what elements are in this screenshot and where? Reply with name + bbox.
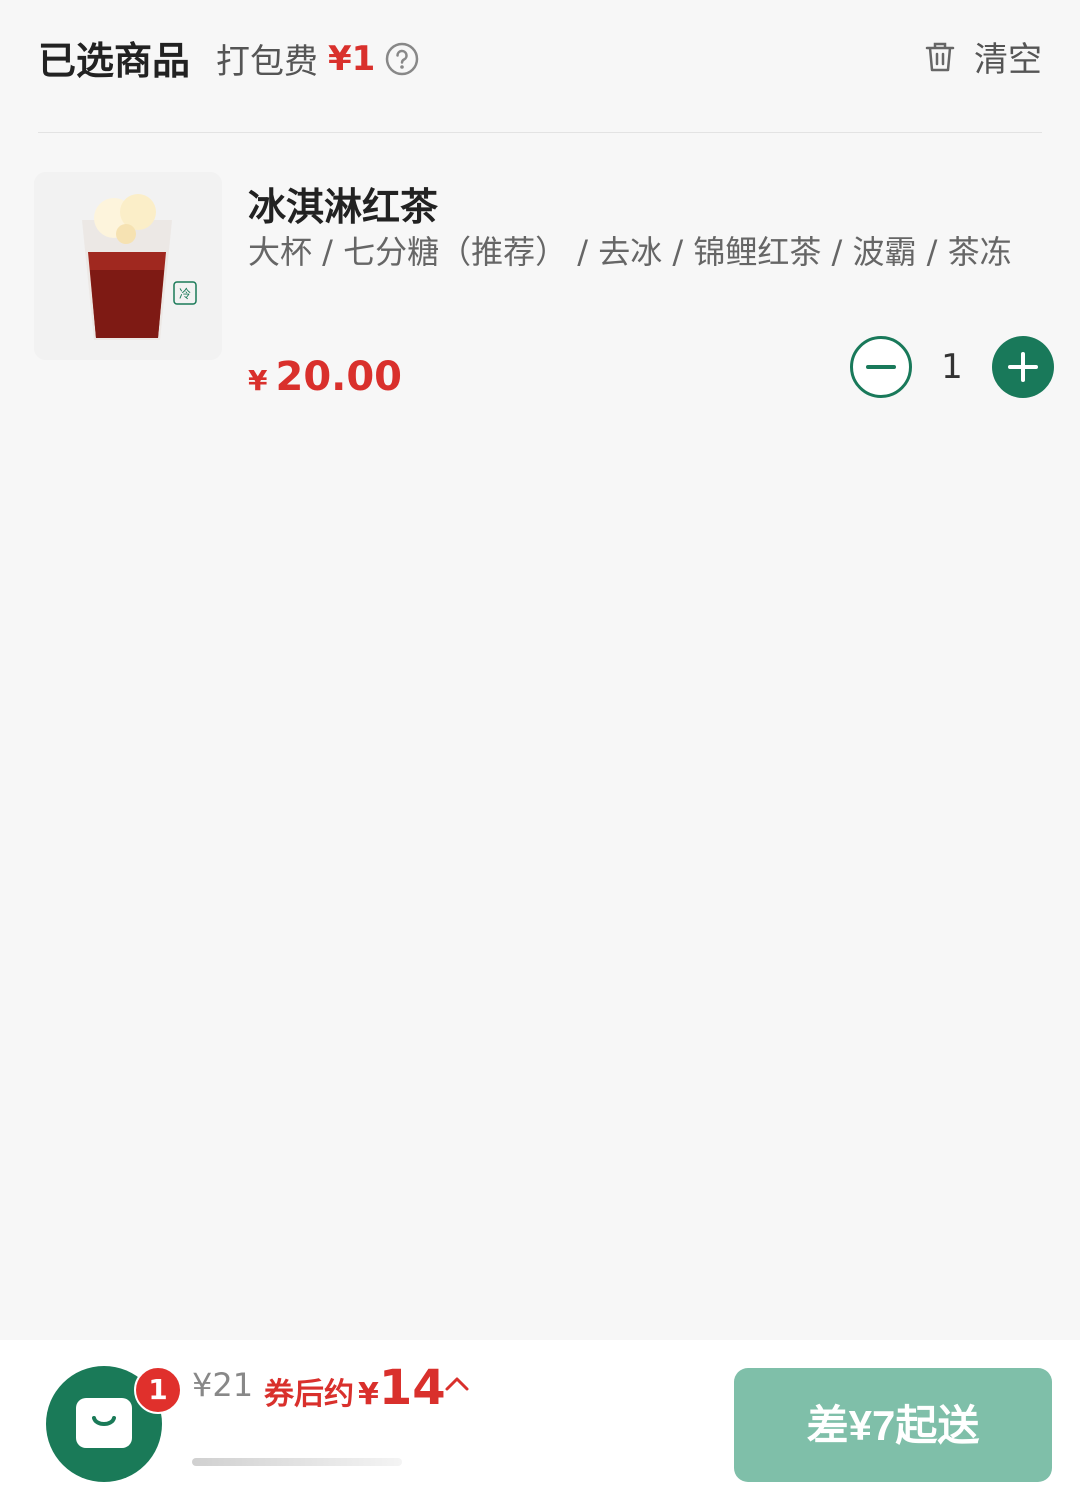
thumb-tag-text: 冷 [179, 287, 191, 301]
shopping-bag-icon [76, 1398, 132, 1448]
price-value: 20.00 [275, 354, 403, 400]
progress-bar [192, 1458, 402, 1466]
chevron-up-icon[interactable] [444, 1374, 470, 1392]
increase-quantity-button[interactable] [992, 336, 1054, 398]
product-name: 冰淇淋红茶 [248, 185, 439, 229]
price-currency: ¥ [248, 364, 268, 397]
decrease-quantity-button[interactable] [850, 336, 912, 398]
after-coupon-value: 14 [378, 1360, 446, 1416]
cart-header: 已选商品 打包费 ¥1 清空 [38, 0, 1042, 133]
minus-icon [866, 365, 896, 369]
after-coupon-total[interactable]: 券后约 ¥ 14 [264, 1360, 446, 1416]
quantity-stepper: 1 [850, 336, 1054, 398]
packaging-fee: 打包费 ¥1 [216, 34, 419, 83]
bottom-bar: 1 ¥21 券后约 ¥ 14 差¥7起送 [0, 1340, 1080, 1506]
checkout-button[interactable]: 差¥7起送 [734, 1368, 1052, 1482]
original-total: ¥21 [192, 1366, 254, 1404]
after-coupon-currency: ¥ [358, 1377, 379, 1412]
plus-icon [1008, 352, 1038, 382]
help-icon[interactable] [385, 42, 419, 76]
product-price: ¥20.00 [248, 354, 402, 400]
after-coupon-label: 券后约 [264, 1377, 354, 1412]
page-title: 已选商品 [38, 39, 191, 83]
product-image: 冷 [34, 172, 222, 360]
product-spec: 大杯 / 七分糖（推荐） / 去冰 / 锦鲤红茶 / 波霸 / 茶冻 [248, 233, 1012, 271]
quantity-value: 1 [941, 347, 963, 387]
cart-item: 冷 冰淇淋红茶 大杯 / 七分糖（推荐） / 去冰 / 锦鲤红茶 / 波霸 / … [34, 172, 1054, 412]
trash-icon [925, 42, 955, 71]
packaging-fee-label: 打包费 [216, 42, 318, 82]
cart-panel: 已选商品 打包费 ¥1 清空 冷 冰淇淋红茶 大杯 / 七分糖（推荐） / 去冰… [0, 0, 1080, 1340]
cart-count-badge: 1 [134, 1366, 182, 1414]
packaging-fee-amount: ¥1 [328, 38, 376, 79]
iced-tea-cup-image: 冷 [34, 172, 222, 360]
clear-cart-label: 清空 [974, 40, 1042, 80]
clear-cart-button[interactable]: 清空 [924, 32, 1042, 81]
